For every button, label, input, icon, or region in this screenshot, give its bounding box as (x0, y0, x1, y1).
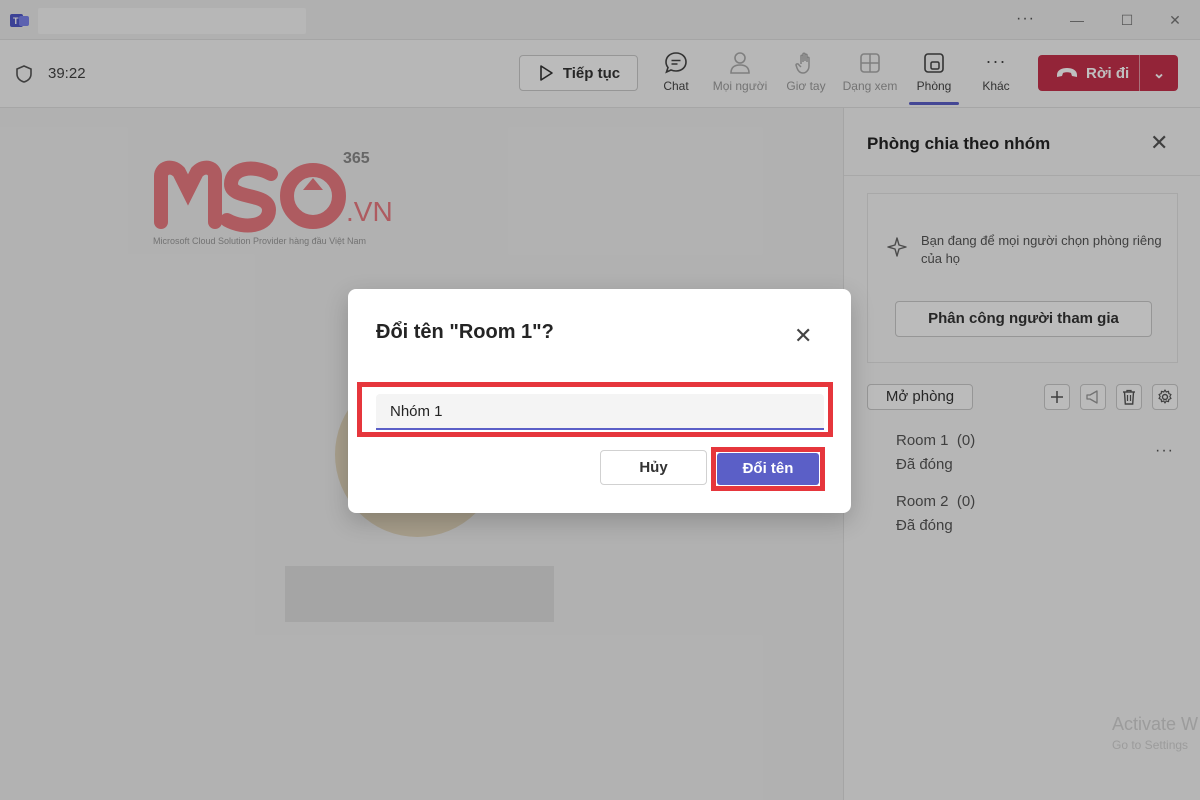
rename-room-dialog: Đổi tên "Room 1"? ✕ Hủy Đổi tên (348, 289, 851, 513)
cancel-button[interactable]: Hủy (600, 450, 707, 485)
rename-button[interactable]: Đổi tên (717, 453, 819, 485)
dialog-close-icon[interactable]: ✕ (794, 323, 812, 349)
dialog-title: Đổi tên "Room 1"? (376, 321, 554, 343)
room-name-input[interactable] (376, 394, 824, 430)
